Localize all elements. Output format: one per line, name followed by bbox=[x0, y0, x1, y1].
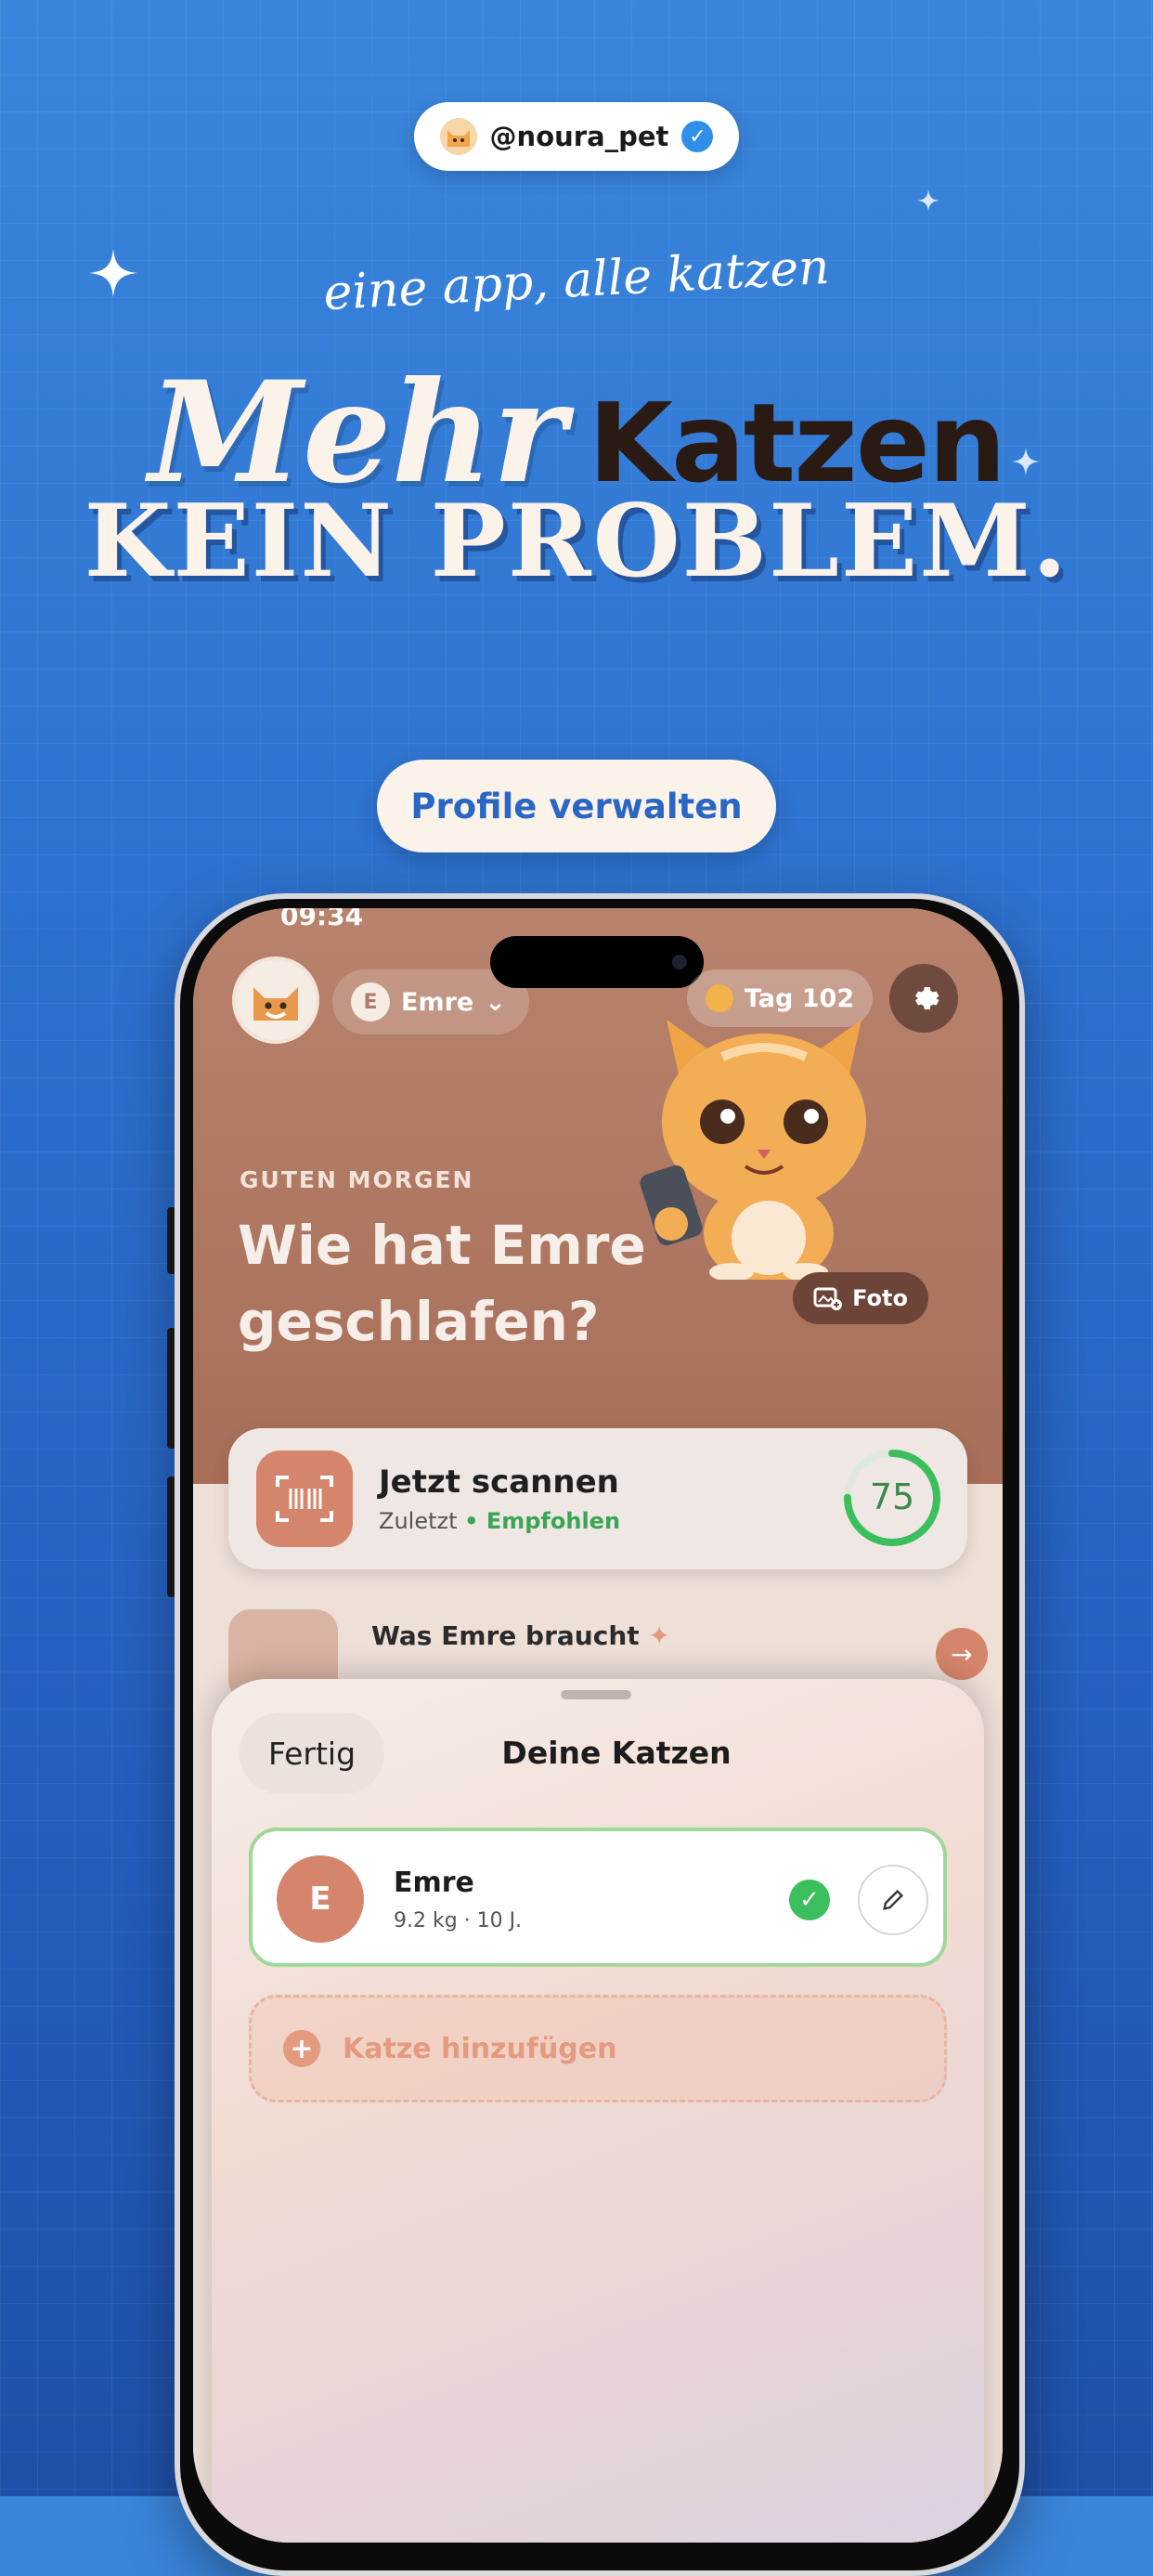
sheet-grabber[interactable] bbox=[561, 1690, 631, 1699]
app-avatar[interactable] bbox=[232, 956, 319, 1044]
cat-avatar: E bbox=[277, 1855, 364, 1943]
plus-icon: + bbox=[283, 2030, 320, 2067]
cat-list-item[interactable]: E Emre 9.2 kg · 10 J. ✓ bbox=[249, 1828, 947, 1967]
greeting-headline: Wie hat Emre geschlafen? bbox=[238, 1214, 646, 1353]
phone-screen: 09:34 E Emre ⌄ Tag 102 GUTEN MORGEN Wie … bbox=[193, 908, 1003, 2543]
cat-initial: E bbox=[351, 982, 390, 1021]
chevron-down-icon: ⌄ bbox=[485, 987, 506, 1017]
cats-sheet: Fertig Deine Katzen E Emre 9.2 kg · 10 J… bbox=[212, 1679, 984, 2543]
headline-line2: KEIN PROBLEM. bbox=[84, 483, 1069, 600]
cat-meta: 9.2 kg · 10 J. bbox=[394, 1909, 523, 1932]
sparkle-icon bbox=[917, 189, 939, 212]
score-value: 75 bbox=[870, 1477, 914, 1517]
verified-icon: ✓ bbox=[681, 121, 714, 152]
scan-title: Jetzt scannen bbox=[379, 1464, 619, 1501]
camera-add-icon bbox=[813, 1287, 843, 1310]
barcode-scan-icon bbox=[256, 1451, 353, 1547]
scan-recommended-label: • Empfohlen bbox=[464, 1508, 621, 1534]
cat-avatar-icon bbox=[439, 118, 477, 155]
handle-text: @noura_pet bbox=[489, 121, 669, 152]
needs-title: Was Emre braucht ✦ bbox=[371, 1620, 670, 1651]
sheet-title: Deine Katzen bbox=[501, 1735, 732, 1771]
status-bar: 09:34 bbox=[193, 908, 1003, 936]
status-time: 09:34 bbox=[280, 908, 364, 931]
cat-selector-label: Emre bbox=[401, 987, 474, 1017]
photo-button-label: Foto bbox=[852, 1285, 908, 1311]
cat-name: Emre bbox=[394, 1867, 474, 1899]
add-cat-button[interactable]: + Katze hinzufügen bbox=[249, 1995, 947, 2102]
needs-title-text: Was Emre braucht bbox=[371, 1620, 640, 1651]
scan-subtitle: Zuletzt • Empfohlen bbox=[379, 1508, 620, 1534]
score-ring: 75 bbox=[844, 1450, 940, 1546]
sparkle-icon: ✦ bbox=[648, 1620, 670, 1651]
pencil-icon bbox=[883, 1890, 903, 1910]
settings-button[interactable] bbox=[889, 964, 958, 1033]
gear-icon bbox=[915, 987, 939, 1009]
profile-manage-button[interactable]: Profile verwalten bbox=[377, 760, 776, 852]
edit-cat-button[interactable] bbox=[858, 1865, 928, 1935]
scan-card[interactable]: Jetzt scannen Zuletzt • Empfohlen 75 bbox=[228, 1428, 967, 1569]
greeting-small: GUTEN MORGEN bbox=[240, 1166, 474, 1193]
scan-last-label: Zuletzt bbox=[379, 1508, 458, 1534]
arrow-right-icon[interactable]: → bbox=[936, 1628, 988, 1680]
checkmark-icon: ✓ bbox=[789, 1880, 830, 1920]
add-cat-label: Katze hinzufügen bbox=[343, 2032, 617, 2065]
photo-button[interactable]: Foto bbox=[793, 1272, 928, 1324]
handle-pill[interactable]: @noura_pet ✓ bbox=[414, 102, 739, 171]
dynamic-island bbox=[490, 936, 704, 988]
